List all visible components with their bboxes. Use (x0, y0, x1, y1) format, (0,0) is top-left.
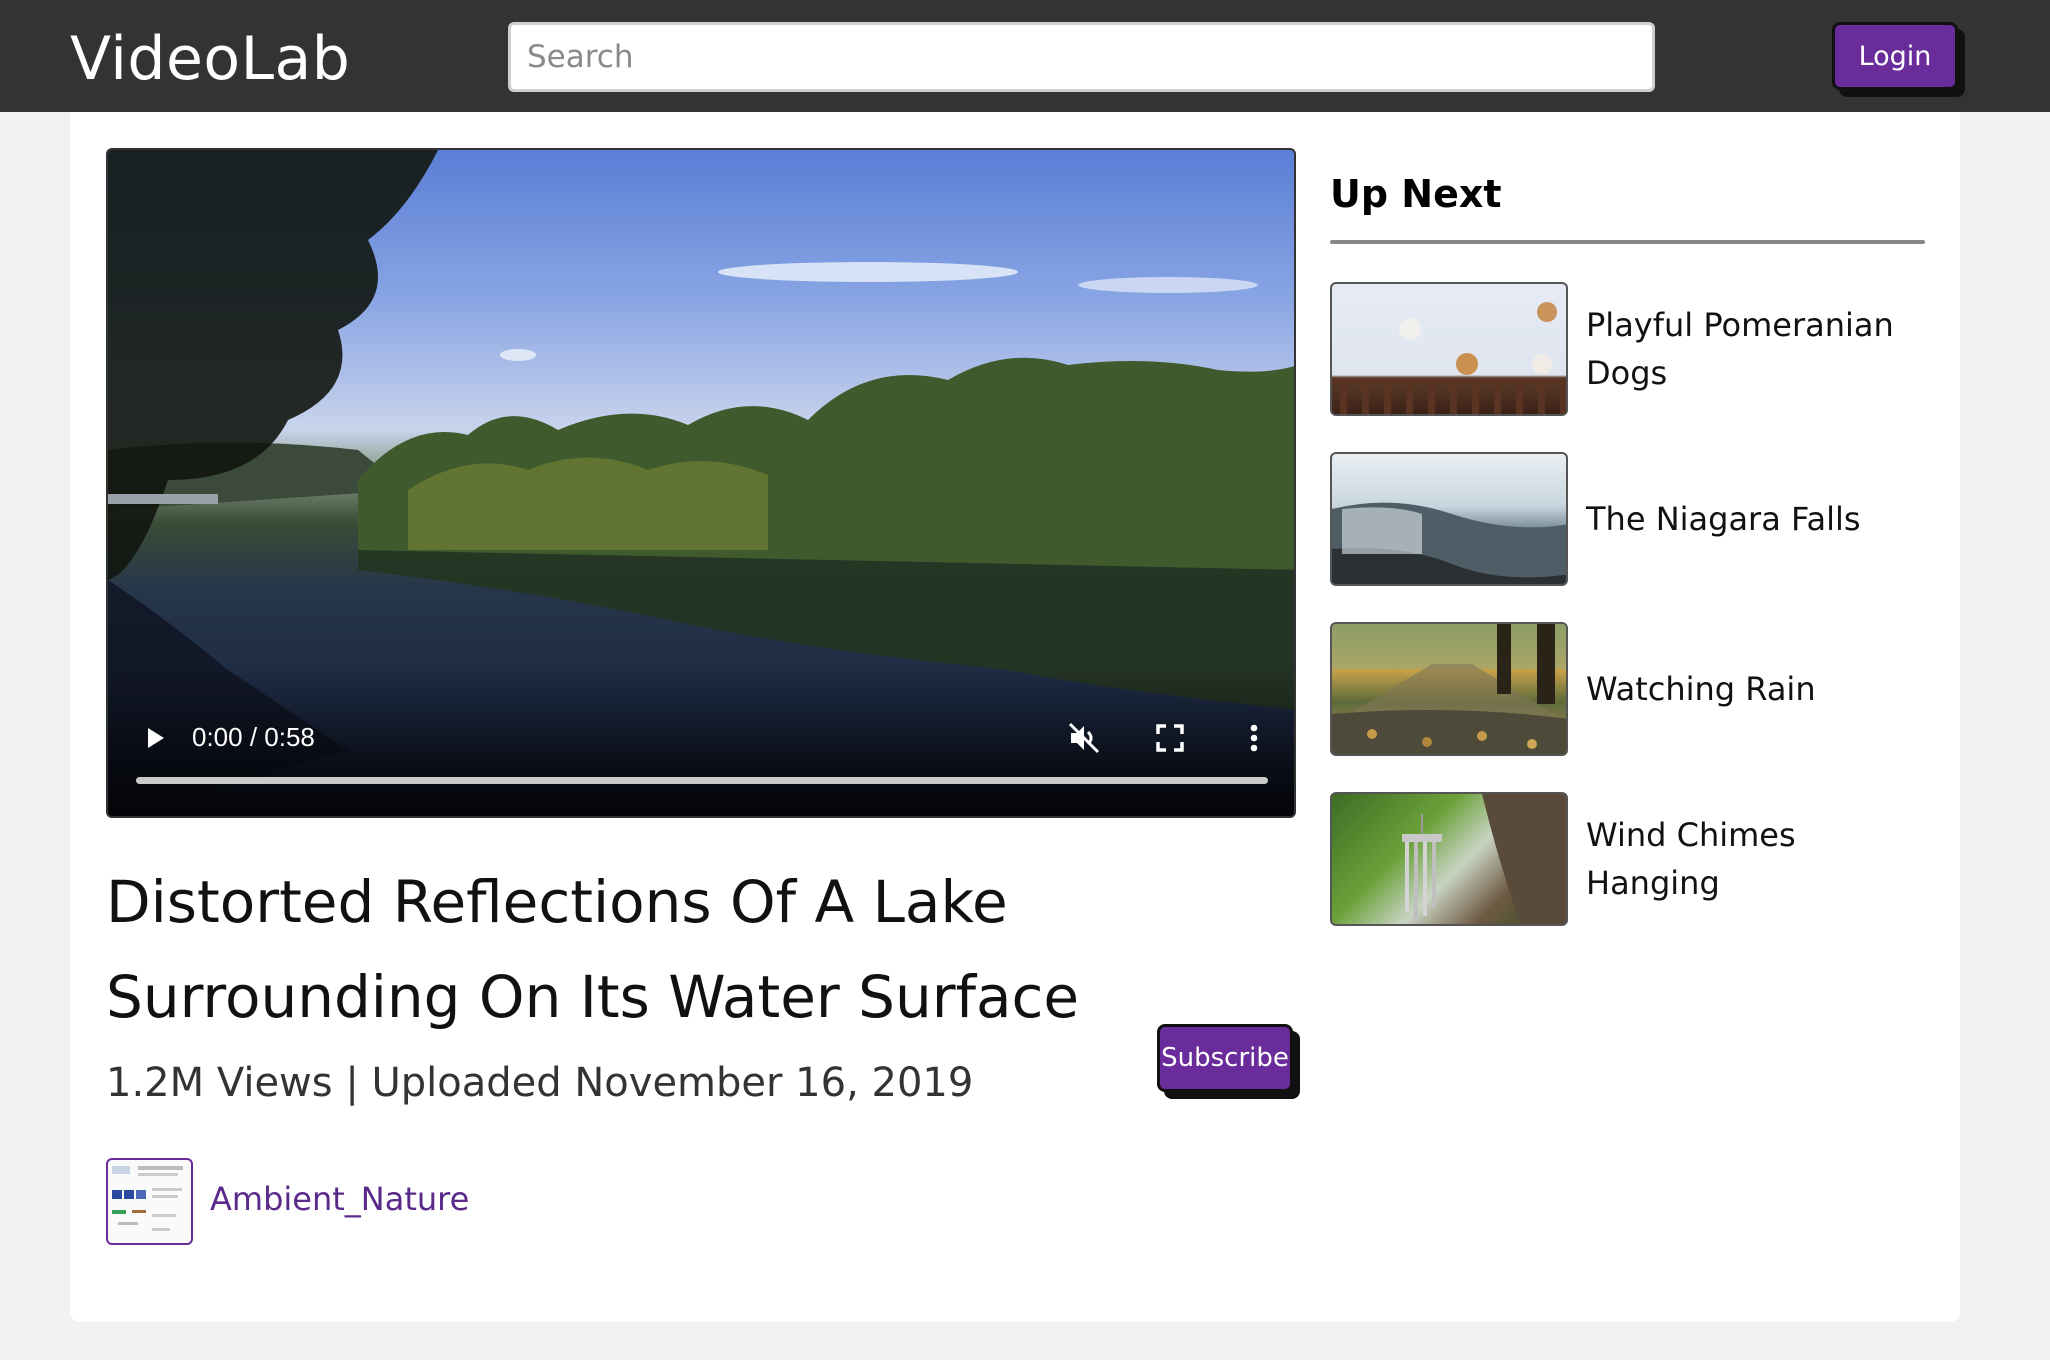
subscribe-button[interactable]: Subscribe (1157, 1024, 1293, 1092)
up-next-item[interactable]: Watching Rain (1330, 622, 1930, 758)
thumbnail-image (1332, 302, 1566, 414)
video-title: Distorted Reflections Of A Lake Surround… (106, 868, 1080, 1031)
up-next-title[interactable]: Wind Chimes Hanging (1586, 792, 1926, 926)
up-next-thumbnail[interactable] (1330, 282, 1568, 416)
up-next-heading: Up Next (1330, 172, 1502, 216)
avatar-image (112, 1166, 183, 1231)
up-next-item[interactable]: The Niagara Falls (1330, 452, 1930, 588)
fullscreen-icon[interactable] (1154, 722, 1186, 754)
site-logo[interactable]: VideoLab (70, 24, 350, 94)
login-button[interactable]: Login (1832, 22, 1958, 90)
video-meta: 1.2M Views | Uploaded November 16, 2019 (106, 1060, 974, 1106)
thumbnail-image (1332, 502, 1566, 584)
time-display: 0:00 / 0:58 (192, 722, 315, 752)
channel-avatar[interactable] (106, 1158, 193, 1245)
thumbnail-image (1402, 794, 1566, 924)
search-input[interactable] (508, 22, 1655, 92)
up-next-thumbnail[interactable] (1330, 622, 1568, 756)
top-bar: VideoLab Login (0, 0, 2050, 112)
up-next-title[interactable]: Playful Pomeranian Dogs (1586, 282, 1926, 416)
up-next-item[interactable]: Playful Pomeranian Dogs (1330, 282, 1930, 418)
thumbnail-image (1332, 624, 1566, 754)
play-icon[interactable] (140, 723, 170, 753)
channel-link[interactable]: Ambient_Nature (210, 1180, 469, 1218)
muted-volume-icon[interactable] (1066, 720, 1102, 756)
video-player[interactable]: 0:00 / 0:58 (106, 148, 1296, 818)
up-next-thumbnail[interactable] (1330, 792, 1568, 926)
up-next-divider (1330, 240, 1925, 244)
progress-bar[interactable] (136, 777, 1268, 784)
more-options-icon[interactable] (1236, 720, 1272, 756)
up-next-title[interactable]: The Niagara Falls (1586, 452, 1926, 586)
up-next-thumbnail[interactable] (1330, 452, 1568, 586)
up-next-item[interactable]: Wind Chimes Hanging (1330, 792, 1930, 928)
up-next-title[interactable]: Watching Rain (1586, 622, 1926, 756)
